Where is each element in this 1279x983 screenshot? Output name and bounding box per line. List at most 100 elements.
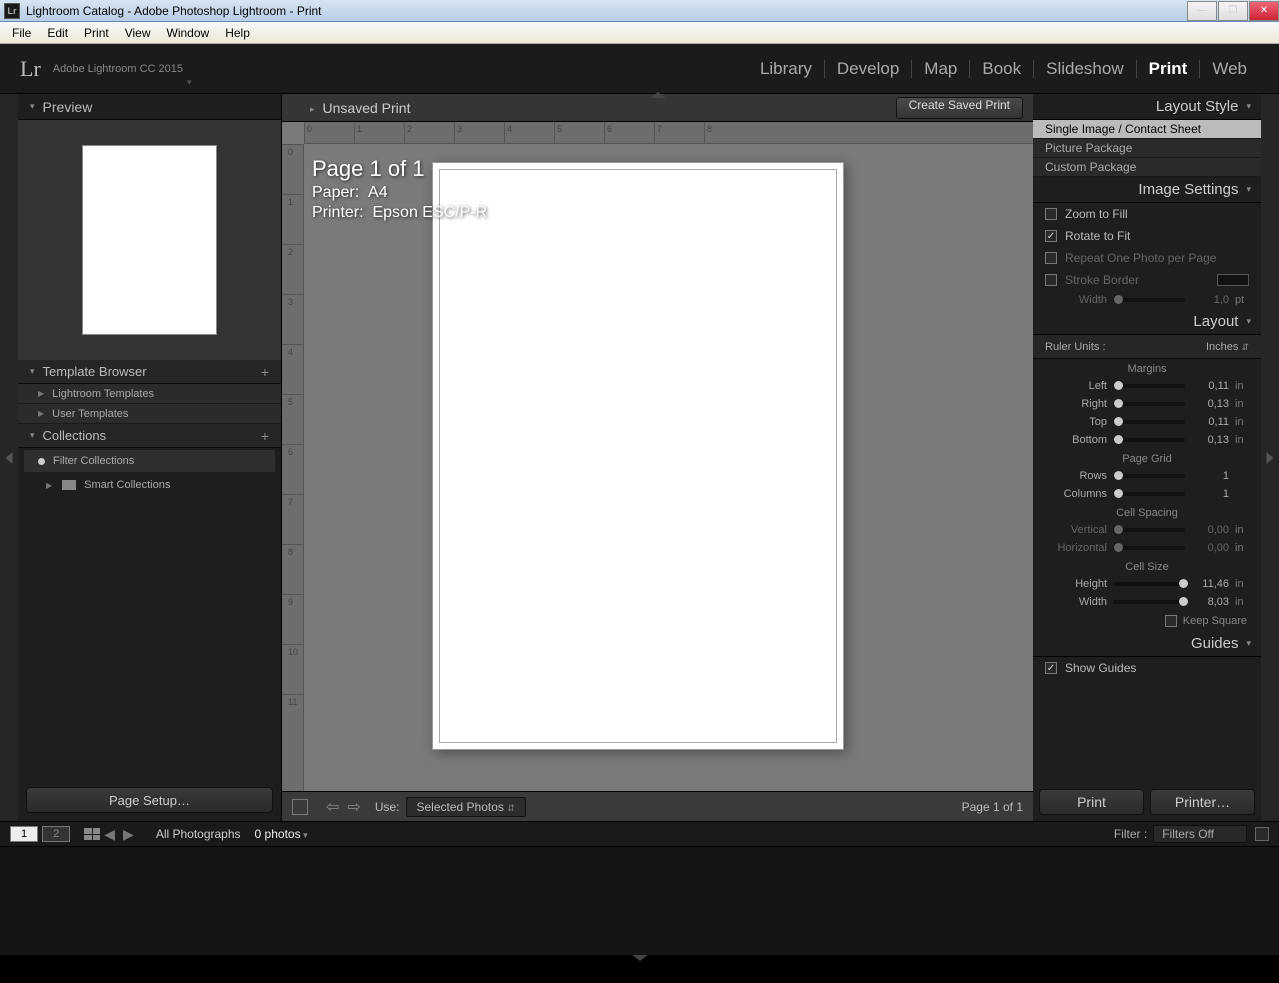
menu-edit[interactable]: Edit — [39, 24, 76, 42]
cell-spacing-label: Cell Spacing — [1033, 507, 1261, 519]
maximize-button[interactable]: ❐ — [1218, 1, 1248, 21]
app-icon: Lr — [4, 3, 20, 19]
filmstrip-source[interactable]: All Photographs — [156, 827, 241, 841]
layout-style-picture[interactable]: Picture Package — [1033, 139, 1261, 158]
cell-size-label: Cell Size — [1033, 561, 1261, 573]
columns-slider[interactable]: Columns1 — [1033, 485, 1261, 503]
filmstrip-collapse-icon[interactable] — [0, 955, 1279, 961]
stroke-width-slider[interactable]: Width 1,0 pt — [1033, 291, 1261, 309]
page-overlay-title: Page 1 of 1 — [312, 156, 487, 182]
grid-view-icon[interactable] — [84, 828, 100, 840]
margin-right-slider[interactable]: Right0,13in — [1033, 395, 1261, 413]
chevron-down-icon: ▾ — [1246, 184, 1251, 195]
menubar: File Edit Print View Window Help — [0, 22, 1279, 44]
template-browser-header[interactable]: ▾ Template Browser + — [18, 360, 281, 384]
layout-header[interactable]: Layout▾ — [1033, 309, 1261, 335]
lightroom-templates-folder[interactable]: ▶ Lightroom Templates — [18, 384, 281, 404]
module-book[interactable]: Book — [970, 59, 1033, 79]
filmstrip[interactable] — [0, 847, 1279, 955]
add-collection-icon[interactable]: + — [261, 428, 269, 444]
ruler-units-dropdown[interactable]: Ruler Units : Inches ⇵ — [1033, 335, 1261, 359]
rotate-to-fit-checkbox[interactable]: Rotate to Fit — [1033, 225, 1261, 247]
repeat-one-checkbox[interactable]: Repeat One Photo per Page — [1033, 247, 1261, 269]
page-grid-label: Page Grid — [1033, 453, 1261, 465]
image-settings-header[interactable]: Image Settings▾ — [1033, 177, 1261, 203]
collections-header[interactable]: ▾ Collections + — [18, 424, 281, 448]
lr-logo: Lr — [20, 56, 41, 82]
margin-bottom-slider[interactable]: Bottom0,13in — [1033, 431, 1261, 449]
chevron-right-icon: ▶ — [38, 389, 44, 398]
margin-top-slider[interactable]: Top0,11in — [1033, 413, 1261, 431]
page-setup-button[interactable]: Page Setup… — [26, 787, 273, 813]
cell-width-slider[interactable]: Width8,03in — [1033, 593, 1261, 611]
use-dropdown[interactable]: Selected Photos ⇵ — [406, 797, 526, 817]
stroke-color-swatch[interactable] — [1217, 274, 1249, 286]
identity-plate-area: Lr Adobe Lightroom CC 2015 ▾ Library Dev… — [0, 44, 1279, 94]
menu-print[interactable]: Print — [76, 24, 117, 42]
filter-dropdown[interactable]: Filters Off — [1153, 825, 1247, 843]
filmstrip-count[interactable]: 0 photos — [255, 827, 308, 841]
user-templates-folder[interactable]: ▶ User Templates — [18, 404, 281, 424]
module-map[interactable]: Map — [912, 59, 969, 79]
next-page-icon[interactable]: ⇨ — [347, 797, 360, 817]
stroke-border-checkbox[interactable]: Stroke Border — [1033, 269, 1261, 291]
right-panel: Layout Style▾ Single Image / Contact She… — [1033, 94, 1261, 821]
box-set-icon — [62, 480, 76, 490]
page-indicator: Page 1 of 1 — [962, 800, 1023, 814]
right-panel-expand-icon[interactable] — [1261, 94, 1279, 821]
spacing-horizontal-slider[interactable]: Horizontal0,00in — [1033, 539, 1261, 557]
module-develop[interactable]: Develop — [825, 59, 911, 79]
layout-style-custom[interactable]: Custom Package — [1033, 158, 1261, 177]
vertical-ruler: 012 345 678 91011 — [282, 144, 304, 791]
menu-help[interactable]: Help — [217, 24, 258, 42]
nav-forward-icon[interactable]: ▶ — [123, 826, 134, 843]
guides-header[interactable]: Guides▾ — [1033, 631, 1261, 657]
print-canvas[interactable]: 012 345 678 012 345 678 91011 Page 1 of … — [282, 122, 1033, 791]
horizontal-ruler: 012 345 678 — [304, 122, 1033, 144]
module-slideshow[interactable]: Slideshow — [1034, 59, 1136, 79]
create-saved-print-button[interactable]: Create Saved Print — [896, 97, 1023, 119]
add-template-icon[interactable]: + — [261, 364, 269, 380]
module-web[interactable]: Web — [1200, 59, 1259, 79]
smart-collections-folder[interactable]: ▶ Smart Collections — [18, 474, 281, 496]
layout-style-single[interactable]: Single Image / Contact Sheet — [1033, 120, 1261, 139]
close-button[interactable]: ✕ — [1249, 1, 1279, 21]
page-overlay-info: Page 1 of 1 Paper: A4 Printer: Epson ESC… — [312, 156, 487, 222]
print-button[interactable]: Print — [1039, 789, 1144, 815]
margin-left-slider[interactable]: Left0,11in — [1033, 377, 1261, 395]
preview-page — [82, 145, 217, 335]
layout-style-header[interactable]: Layout Style▾ — [1033, 94, 1261, 120]
keep-square-checkbox[interactable]: Keep Square — [1033, 611, 1261, 631]
top-panel-expand-icon[interactable] — [650, 92, 666, 98]
menu-window[interactable]: Window — [159, 24, 218, 42]
module-picker: Library Develop Map Book Slideshow Print… — [748, 59, 1259, 79]
print-cell[interactable] — [439, 169, 837, 743]
filter-lock-icon[interactable] — [1255, 827, 1269, 841]
identity-plate-caret-icon[interactable]: ▾ — [187, 77, 192, 88]
filter-collections-input[interactable]: Filter Collections — [24, 450, 275, 472]
show-guides-checkbox[interactable]: Show Guides — [1033, 657, 1261, 679]
secondary-display-button[interactable]: 2 — [42, 826, 70, 842]
preview-panel-header[interactable]: ▾ Preview — [18, 94, 281, 120]
module-library[interactable]: Library — [748, 59, 824, 79]
menu-file[interactable]: File — [4, 24, 39, 42]
left-panel: ▾ Preview ▾ Template Browser + ▶ Lightro… — [18, 94, 282, 821]
cell-height-slider[interactable]: Height11,46in — [1033, 575, 1261, 593]
search-icon — [38, 458, 45, 465]
left-panel-expand-icon[interactable] — [0, 94, 18, 821]
module-print[interactable]: Print — [1137, 59, 1200, 79]
printer-button[interactable]: Printer… — [1150, 789, 1255, 815]
menu-view[interactable]: View — [117, 24, 159, 42]
primary-display-button[interactable]: 1 — [10, 826, 38, 842]
zoom-to-fill-checkbox[interactable]: Zoom to Fill — [1033, 203, 1261, 225]
spacing-vertical-slider[interactable]: Vertical0,00in — [1033, 521, 1261, 539]
nav-back-icon[interactable]: ◀ — [104, 826, 115, 843]
first-page-icon[interactable]: ⇦ — [326, 797, 339, 817]
use-label: Use: — [375, 800, 400, 814]
print-page[interactable] — [432, 162, 844, 750]
rows-slider[interactable]: Rows1 — [1033, 467, 1261, 485]
app-subtitle: Adobe Lightroom CC 2015 — [53, 63, 183, 75]
unsaved-print-label[interactable]: Unsaved Print — [292, 100, 896, 116]
select-visible-checkbox[interactable] — [292, 799, 308, 815]
minimize-button[interactable]: — — [1187, 1, 1217, 21]
